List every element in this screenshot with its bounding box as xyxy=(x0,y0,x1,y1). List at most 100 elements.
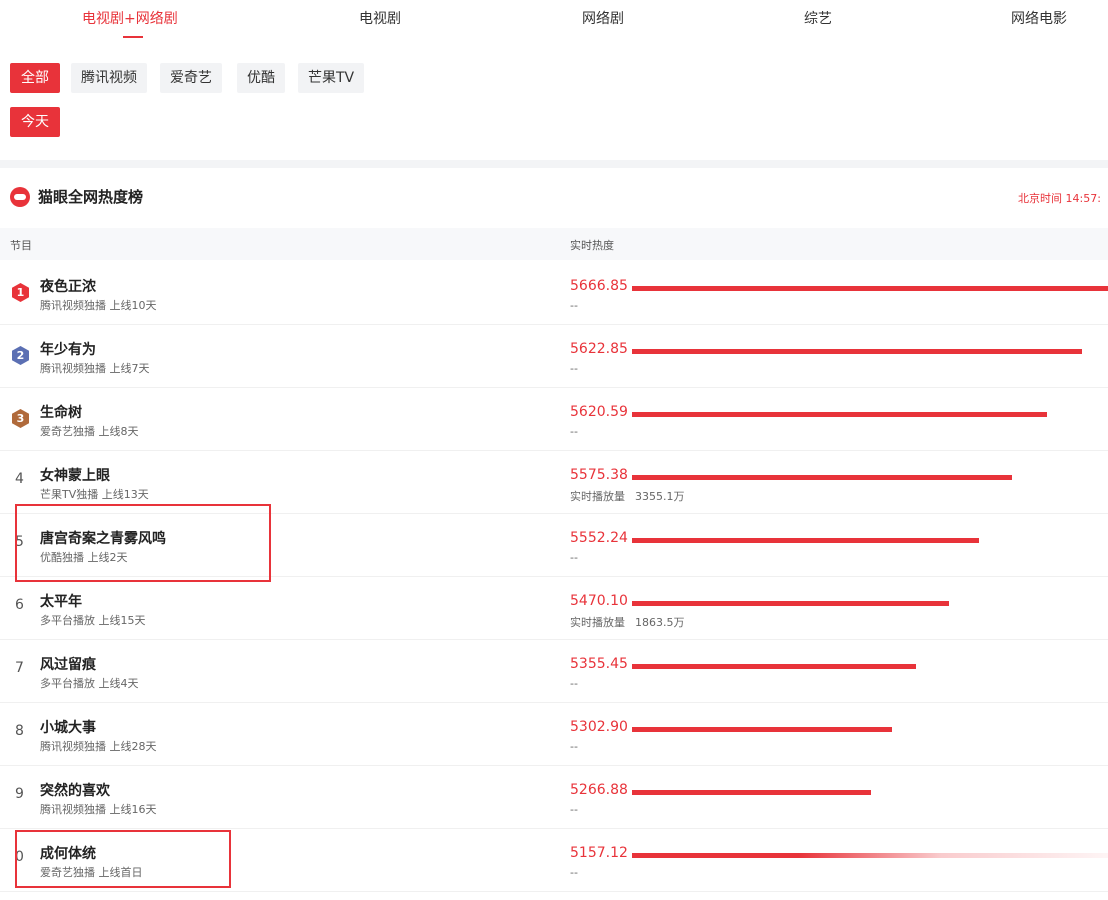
program-platform-info: 芒果TV独播 上线13天 xyxy=(40,488,149,501)
play-count-value: 1863.5万 xyxy=(635,616,685,629)
rank-badge-icon: 3 xyxy=(12,409,29,428)
filter-iqiyi[interactable]: 爱奇艺 xyxy=(160,63,222,93)
active-tab-indicator xyxy=(123,36,143,38)
tab-tv-and-web-series[interactable]: 电视剧+网络剧 xyxy=(82,8,178,28)
program-platform-info: 腾讯视频独播 上线16天 xyxy=(40,803,157,816)
heat-subtext-label: -- xyxy=(570,299,578,312)
heat-subtext-label: -- xyxy=(570,803,578,816)
table-row[interactable]: 7 风过留痕多平台播放 上线4天 5355.45 -- xyxy=(0,640,1108,703)
program-platform-info: 腾讯视频独播 上线7天 xyxy=(40,362,150,375)
table-row[interactable]: 1 夜色正浓腾讯视频独播 上线10天 5666.85 -- xyxy=(0,262,1108,325)
heat-value: 5575.38 xyxy=(570,467,628,483)
filter-all[interactable]: 全部 xyxy=(10,63,60,93)
tab-web-series[interactable]: 网络剧 xyxy=(582,8,624,28)
program-title[interactable]: 夜色正浓 xyxy=(40,276,96,296)
heat-subtext: -- xyxy=(570,866,578,879)
heat-value: 5620.59 xyxy=(570,404,628,420)
section-title: 猫眼全网热度榜 xyxy=(38,188,144,206)
heat-bar xyxy=(632,601,949,606)
heat-bar xyxy=(632,790,871,795)
rank-badge-icon: 2 xyxy=(12,346,29,365)
heat-value: 5157.12 xyxy=(570,845,628,861)
heat-bar xyxy=(632,475,1012,480)
rank-number: 9 xyxy=(15,786,24,802)
table-row[interactable]: 3 生命树爱奇艺独播 上线8天 5620.59 -- xyxy=(0,388,1108,451)
heat-bar xyxy=(632,349,1082,354)
heat-bar xyxy=(632,286,1108,291)
program-platform-info: 优酷独播 上线2天 xyxy=(40,551,128,564)
heat-subtext: -- xyxy=(570,425,578,438)
table-row[interactable]: 0 成何体统爱奇艺独播 上线首日 5157.12 -- xyxy=(0,829,1108,892)
heat-bar xyxy=(632,412,1047,417)
heat-bar xyxy=(632,538,979,543)
heat-value: 5622.85 xyxy=(570,341,628,357)
filter-mango-tv[interactable]: 芒果TV xyxy=(298,63,365,93)
play-count-value: 3355.1万 xyxy=(635,490,685,503)
program-title[interactable]: 突然的喜欢 xyxy=(40,780,110,800)
program-title[interactable]: 生命树 xyxy=(40,402,82,422)
header-heat: 实时热度 xyxy=(570,239,614,252)
heat-subtext: -- xyxy=(570,551,578,564)
program-title[interactable]: 女神蒙上眼 xyxy=(40,465,110,485)
program-title[interactable]: 小城大事 xyxy=(40,717,96,737)
program-title[interactable]: 唐宫奇案之青雾风鸣 xyxy=(40,528,166,548)
program-title[interactable]: 风过留痕 xyxy=(40,654,96,674)
tab-tv-series[interactable]: 电视剧 xyxy=(359,8,401,28)
program-platform-info: 多平台播放 上线4天 xyxy=(40,677,139,690)
heat-subtext-label: -- xyxy=(570,866,578,879)
maoyan-logo-icon xyxy=(10,186,30,207)
program-title[interactable]: 年少有为 xyxy=(40,339,96,359)
heat-subtext-label: 实时播放量 xyxy=(570,490,625,503)
program-platform-info: 多平台播放 上线15天 xyxy=(40,614,146,627)
filter-tencent-video[interactable]: 腾讯视频 xyxy=(71,63,147,93)
program-platform-info: 爱奇艺独播 上线8天 xyxy=(40,425,139,438)
heat-subtext-label: -- xyxy=(570,425,578,438)
heat-value: 5302.90 xyxy=(570,719,628,735)
table-row[interactable]: 8 小城大事腾讯视频独播 上线28天 5302.90 -- xyxy=(0,703,1108,766)
heat-value: 5666.85 xyxy=(570,278,628,294)
heat-subtext: -- xyxy=(570,803,578,816)
heat-value: 5470.10 xyxy=(570,593,628,609)
rank-number: 0 xyxy=(15,849,24,865)
update-time: 北京时间 14:57: xyxy=(1018,192,1101,205)
heat-subtext: -- xyxy=(570,299,578,312)
section-divider xyxy=(0,160,1108,168)
heat-bar xyxy=(632,727,892,732)
heat-value: 5266.88 xyxy=(570,782,628,798)
heat-subtext-label: 实时播放量 xyxy=(570,616,625,629)
heat-bar xyxy=(632,664,916,669)
filter-today[interactable]: 今天 xyxy=(10,107,60,137)
program-title[interactable]: 成何体统 xyxy=(40,843,96,863)
program-platform-info: 爱奇艺独播 上线首日 xyxy=(40,866,143,879)
rank-number: 8 xyxy=(15,723,24,739)
table-row[interactable]: 4 女神蒙上眼芒果TV独播 上线13天 5575.38 实时播放量 3355.1万 xyxy=(0,451,1108,514)
table-row[interactable]: 5 唐宫奇案之青雾风鸣优酷独播 上线2天 5552.24 -- xyxy=(0,514,1108,577)
tab-variety[interactable]: 综艺 xyxy=(804,8,832,28)
filter-youku[interactable]: 优酷 xyxy=(237,63,285,93)
rank-number: 6 xyxy=(15,597,24,613)
heat-subtext-label: -- xyxy=(570,740,578,753)
table-row[interactable]: 2 年少有为腾讯视频独播 上线7天 5622.85 -- xyxy=(0,325,1108,388)
rank-number: 4 xyxy=(15,471,24,487)
rank-number: 5 xyxy=(15,534,24,550)
category-tabs: 电视剧+网络剧 电视剧 网络剧 综艺 网络电影 xyxy=(0,0,1108,44)
heat-subtext: 实时播放量 1863.5万 xyxy=(570,614,685,630)
program-title[interactable]: 太平年 xyxy=(40,591,82,611)
tab-web-movie[interactable]: 网络电影 xyxy=(1011,8,1067,28)
table-header: 节目 实时热度 xyxy=(0,228,1108,260)
rank-badge-icon: 1 xyxy=(12,283,29,302)
heat-subtext-label: -- xyxy=(570,551,578,564)
heat-subtext: -- xyxy=(570,677,578,690)
heat-bar xyxy=(632,853,1108,858)
heat-value: 5355.45 xyxy=(570,656,628,672)
table-row[interactable]: 6 太平年多平台播放 上线15天 5470.10 实时播放量 1863.5万 xyxy=(0,577,1108,640)
rank-number: 7 xyxy=(15,660,24,676)
table-row[interactable]: 9 突然的喜欢腾讯视频独播 上线16天 5266.88 -- xyxy=(0,766,1108,829)
heat-value: 5552.24 xyxy=(570,530,628,546)
program-platform-info: 腾讯视频独播 上线28天 xyxy=(40,740,157,753)
section-header: 猫眼全网热度榜 xyxy=(10,186,143,207)
program-platform-info: 腾讯视频独播 上线10天 xyxy=(40,299,157,312)
heat-subtext-label: -- xyxy=(570,362,578,375)
header-program: 节目 xyxy=(10,239,32,252)
heat-subtext: 实时播放量 3355.1万 xyxy=(570,488,685,504)
